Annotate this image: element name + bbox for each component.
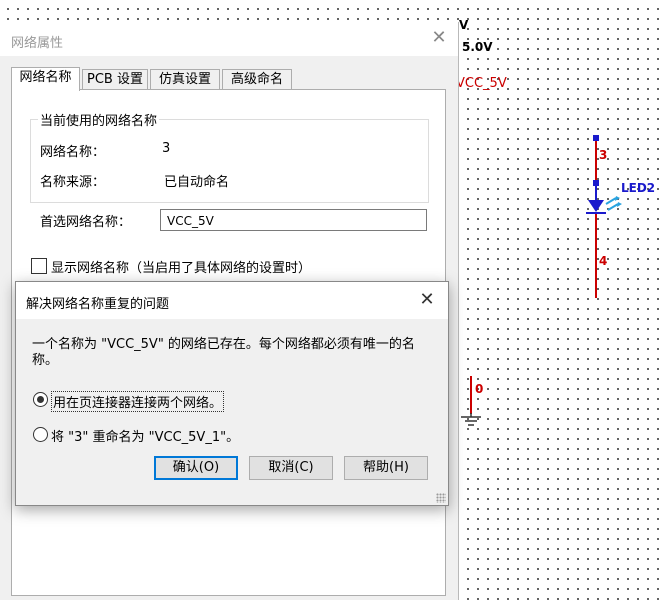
option-rename-radio[interactable] xyxy=(33,427,48,442)
radio-selected-dot xyxy=(37,396,44,403)
power-voltage-label: 5.0V xyxy=(462,40,493,54)
close-icon[interactable]: ✕ xyxy=(416,289,438,311)
net-name-label: 网络名称： xyxy=(40,145,106,160)
wire-segment[interactable] xyxy=(595,214,597,298)
net-name-value: 3 xyxy=(162,141,171,156)
net-label-0: 0 xyxy=(475,382,484,396)
tab-pcb-settings[interactable]: PCB 设置 xyxy=(82,69,148,90)
preferred-net-name-label: 首选网络名称： xyxy=(40,215,132,230)
option-connector-label[interactable]: 用在页连接器连接两个网络。 xyxy=(51,391,225,412)
wire-segment[interactable] xyxy=(595,141,597,181)
net-label-3: 3 xyxy=(599,148,608,162)
ground-icon[interactable] xyxy=(459,413,485,429)
show-net-name-checkbox[interactable] xyxy=(31,258,47,274)
net-label-4: 4 xyxy=(599,254,608,268)
help-button[interactable]: 帮助(H) xyxy=(344,456,428,480)
close-icon[interactable]: ✕ xyxy=(428,27,450,49)
led-reference-label: LED2 xyxy=(621,181,656,195)
power-net-label[interactable]: VCC_5V xyxy=(456,76,507,91)
name-source-label: 名称来源： xyxy=(40,175,106,190)
tab-simulation-settings[interactable]: 仿真设置 xyxy=(150,69,220,90)
led-icon[interactable] xyxy=(584,196,624,222)
dialog-title: 解决网络名称重复的问题 xyxy=(26,297,170,312)
net-properties-title: 网络属性 xyxy=(11,36,64,51)
tab-advanced-naming[interactable]: 高级命名 xyxy=(222,69,292,90)
net-properties-titlebar[interactable]: 网络属性 ✕ xyxy=(0,22,458,56)
dialog-message: 一个名称为 "VCC_5V" 的网络已存在。每个网络都必须有唯一的名称。 xyxy=(32,337,415,368)
current-net-name-group xyxy=(30,119,429,203)
group-title: 当前使用的网络名称 xyxy=(38,110,160,129)
cancel-button[interactable]: 取消(C) xyxy=(249,456,333,480)
resolve-net-name-dialog: 解决网络名称重复的问题 ✕ 一个名称为 "VCC_5V" 的网络已存在。每个网络… xyxy=(15,281,449,506)
preferred-net-name-input[interactable]: VCC_5V xyxy=(160,209,427,231)
option-rename-label[interactable]: 将 "3" 重命名为 "VCC_5V_1"。 xyxy=(51,426,239,445)
tab-net-name[interactable]: 网络名称 xyxy=(11,67,80,91)
show-net-name-label[interactable]: 显示网络名称（当启用了具体网络的设置时） xyxy=(51,257,311,276)
option-connector-radio[interactable] xyxy=(33,392,48,407)
resize-grip-icon[interactable] xyxy=(436,493,446,503)
power-symbol-text: V xyxy=(459,18,469,32)
dialog-titlebar[interactable]: 解决网络名称重复的问题 ✕ xyxy=(16,282,448,319)
ok-button[interactable]: 确认(O) xyxy=(154,456,238,480)
name-source-value: 已自动命名 xyxy=(164,175,230,190)
wire-segment[interactable] xyxy=(470,376,472,414)
